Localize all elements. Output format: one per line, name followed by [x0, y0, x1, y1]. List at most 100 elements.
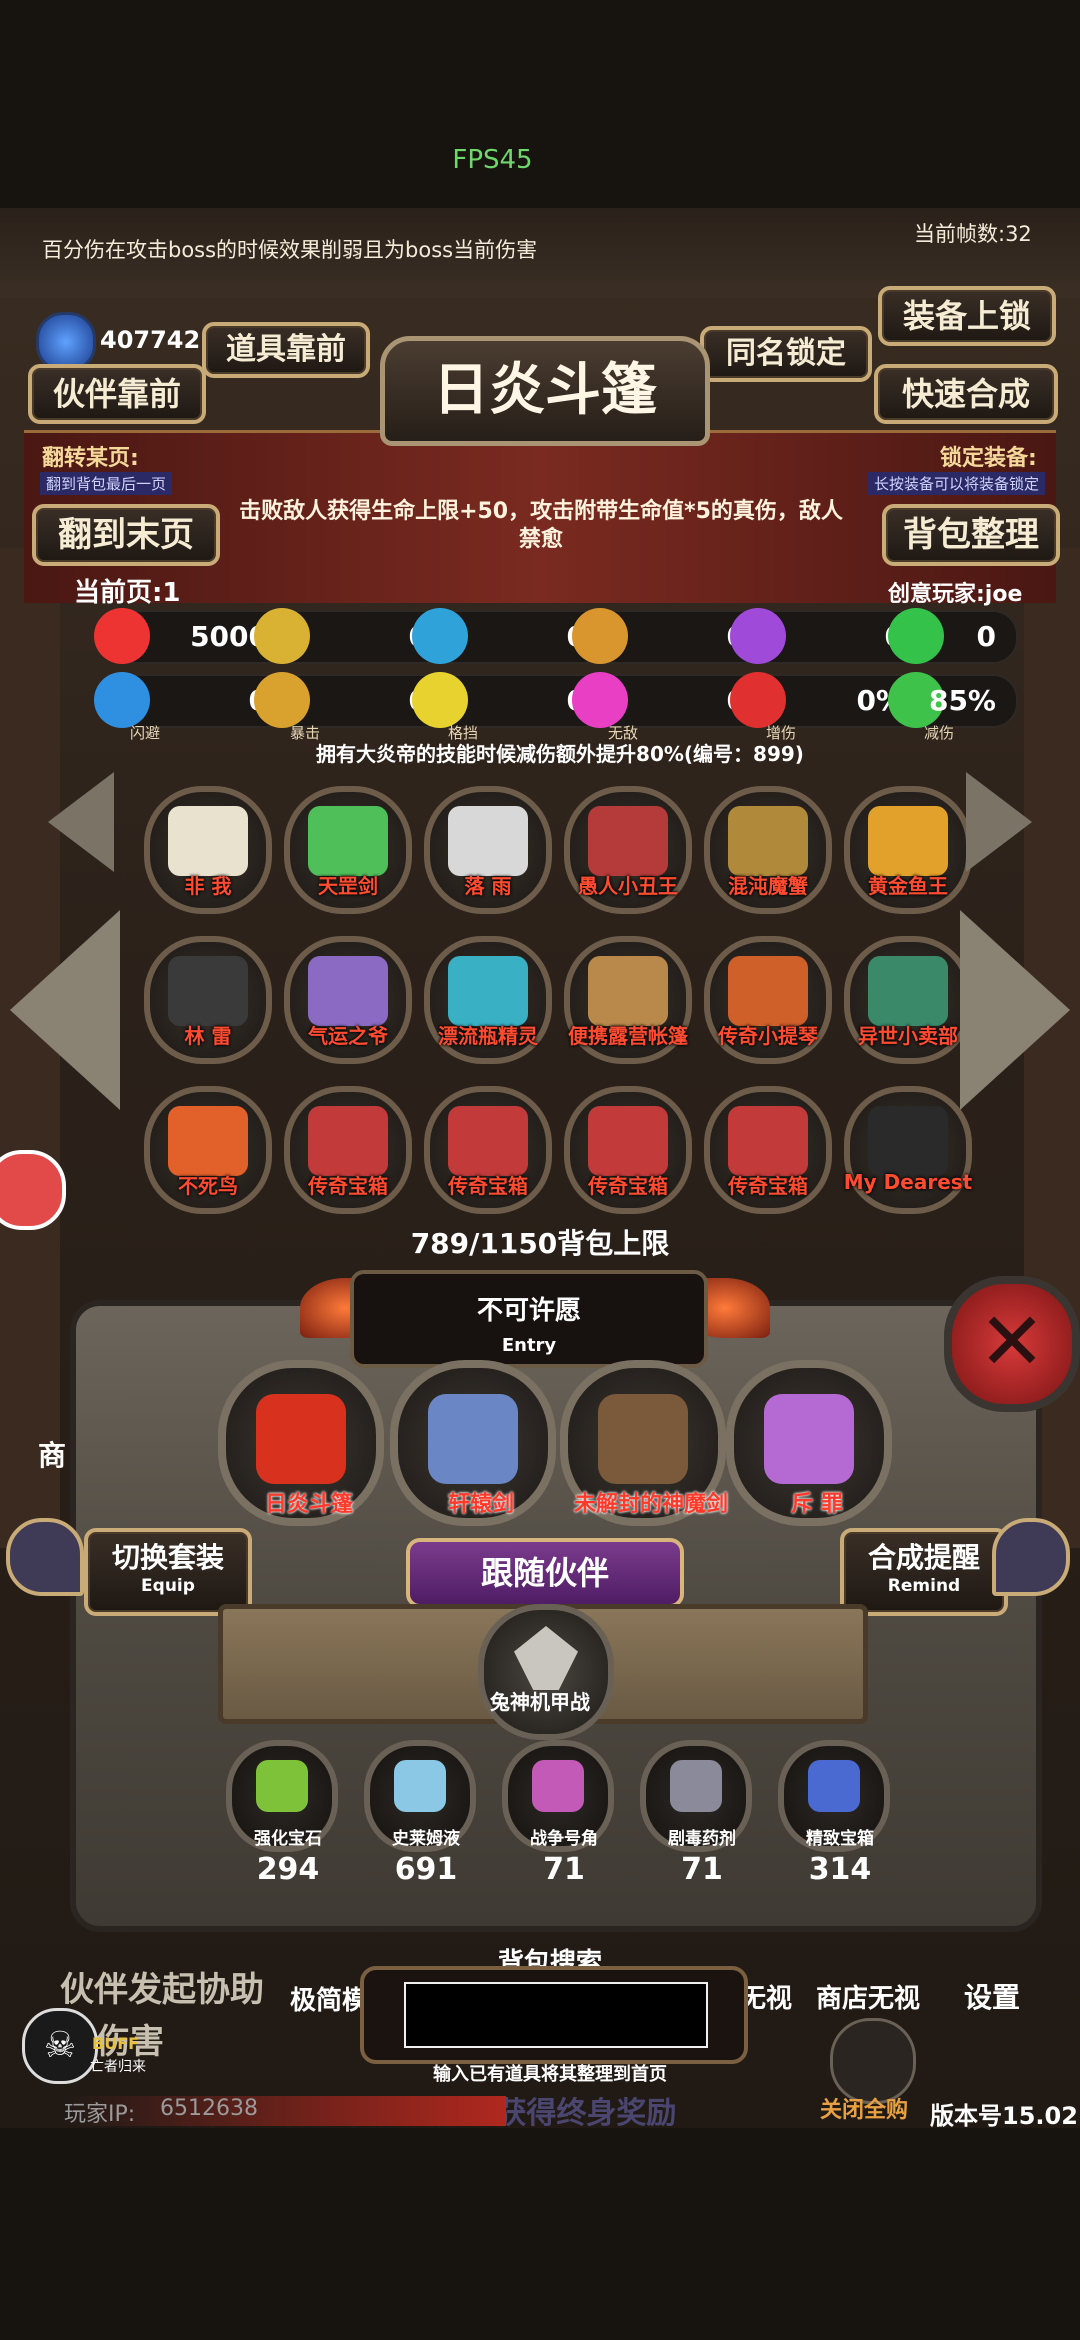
bag-item-slot[interactable]: My Dearest	[844, 1086, 972, 1214]
item-art-icon	[448, 806, 528, 876]
equipped-art-icon	[428, 1394, 518, 1484]
top-bar: FPS45	[0, 0, 1080, 208]
stat-caption: 闪避	[130, 724, 161, 742]
sort-bag-button[interactable]: 背包整理	[882, 504, 1060, 566]
player-ip-label: 玩家IP:	[64, 2102, 136, 2127]
merge-remind-en: Remind	[887, 1576, 961, 1596]
inventory-art-icon	[670, 1760, 722, 1812]
bag-item-slot[interactable]: 异世小卖部	[844, 936, 972, 1064]
item-art-icon	[168, 956, 248, 1026]
small-left-arrow-icon[interactable]	[48, 772, 114, 872]
item-art-icon	[168, 1106, 248, 1176]
equipped-slot[interactable]: 日炎斗篷	[218, 1360, 384, 1526]
inventory-slot[interactable]: 战争号角 71	[502, 1740, 614, 1887]
bg-tab-minimal: 极简模	[290, 1986, 369, 2016]
inventory-art-icon	[532, 1760, 584, 1812]
skill-note: 拥有大炎帝的技能时候减伤额外提升80%(编号：899)	[316, 742, 804, 766]
bag-item-slot[interactable]: 非 我	[144, 786, 272, 914]
equipped-art-icon	[764, 1394, 854, 1484]
equip-lock-button[interactable]: 装备上锁	[878, 286, 1056, 346]
item-art-icon	[448, 956, 528, 1026]
bg-side-shop: 商	[38, 1439, 67, 1472]
entry-subtitle: Entry	[501, 1335, 557, 1356]
helmet-right-icon	[992, 1518, 1070, 1596]
item-art-icon	[588, 956, 668, 1026]
settings-button[interactable]: 设置	[964, 1976, 1020, 2016]
clover-icon	[888, 608, 944, 664]
item-title: 日炎斗篷	[380, 336, 710, 446]
skull-buff-icon[interactable]: ☠	[22, 2008, 98, 2084]
page-right-arrow-icon[interactable]	[960, 910, 1070, 1110]
item-art-icon	[168, 806, 248, 876]
equipped-slot[interactable]: 未解封的神魔剑	[560, 1360, 728, 1526]
bag-item-slot[interactable]: 传奇宝箱	[424, 1086, 552, 1214]
user-avatar-icon[interactable]	[0, 1150, 66, 1230]
item-art-icon	[308, 806, 388, 876]
bag-item-slot[interactable]: 落 雨	[424, 786, 552, 914]
bag-item-slot[interactable]: 便携露营帐篷	[564, 936, 692, 1064]
switch-set-button[interactable]: 切换套装 Equip	[84, 1528, 252, 1616]
bag-item-slot[interactable]: 传奇小提琴	[704, 936, 832, 1064]
bag-item-slot[interactable]: 传奇宝箱	[564, 1086, 692, 1214]
inventory-slot[interactable]: 强化宝石 294	[226, 1740, 338, 1887]
switch-set-label: 切换套装	[111, 1541, 224, 1574]
item-art-icon	[588, 1106, 668, 1176]
inventory-slot[interactable]: 史莱姆液 691	[364, 1740, 476, 1887]
lock-equip-hint: 长按装备可以将装备锁定	[868, 472, 1046, 495]
partner-slot[interactable]	[478, 1604, 614, 1740]
bag-item-slot[interactable]: 传奇宝箱	[704, 1086, 832, 1214]
companion-front-button[interactable]: 伙伴靠前	[28, 364, 206, 424]
close-purchase-button[interactable]: 关闭全购	[820, 2092, 908, 2124]
equipped-slot[interactable]: 轩辕剑	[390, 1360, 556, 1526]
helmet-left-icon	[6, 1518, 84, 1596]
helmet-icon	[412, 608, 468, 664]
fps-indicator: FPS45	[452, 145, 533, 175]
inventory-slot[interactable]: 剧毒药剂 71	[640, 1740, 752, 1887]
version-label: 版本号15.02	[930, 2102, 1078, 2130]
bottom-bar	[0, 2128, 1080, 2340]
bag-item-slot[interactable]: 愚人小丑王	[564, 786, 692, 914]
crit-icon	[254, 672, 310, 728]
flip-page-label: 翻转某页:	[42, 446, 139, 471]
same-name-lock-button[interactable]: 同名锁定	[700, 326, 872, 382]
jump-last-page-button[interactable]: 翻到末页	[32, 504, 220, 566]
small-right-arrow-icon[interactable]	[966, 772, 1032, 872]
item-art-icon	[308, 1106, 388, 1176]
inventory-slot[interactable]: 精致宝箱 314	[778, 1740, 890, 1887]
strength-icon	[254, 608, 310, 664]
current-page-label: 当前页:1	[74, 578, 181, 608]
close-button-icon[interactable]: ✕	[944, 1276, 1080, 1412]
page-left-arrow-icon[interactable]	[10, 910, 120, 1110]
bag-item-slot[interactable]: 林 雷	[144, 936, 272, 1064]
equipped-art-icon	[256, 1394, 346, 1484]
stat-pill: 85% 减伤	[888, 672, 1018, 742]
dodge-icon	[94, 672, 150, 728]
quick-merge-button[interactable]: 快速合成	[874, 364, 1058, 424]
switch-set-en: Equip	[141, 1576, 195, 1596]
notice-text: 百分伤在攻击boss的时候效果削弱且为boss当前伤害	[42, 238, 538, 262]
bag-item-label: My Dearest	[843, 1170, 973, 1194]
equipped-label: 斥 罪	[791, 1492, 843, 1517]
inventory-art-icon	[256, 1760, 308, 1812]
merge-remind-button[interactable]: 合成提醒 Remind	[840, 1528, 1008, 1616]
item-art-icon	[588, 806, 668, 876]
invincible-icon	[572, 672, 628, 728]
bg-assist-text: 伙伴发起协助	[60, 1970, 264, 2010]
bag-item-slot[interactable]: 天罡剑	[284, 786, 412, 914]
bag-item-slot[interactable]: 混沌魔蟹	[704, 786, 832, 914]
bag-item-slot[interactable]: 黄金鱼王	[844, 786, 972, 914]
merge-remind-label: 合成提醒	[867, 1541, 980, 1574]
bag-item-slot[interactable]: 传奇宝箱	[284, 1086, 412, 1214]
item-front-button[interactable]: 道具靠前	[202, 322, 370, 378]
follow-partner-banner: 跟随伙伴	[406, 1538, 684, 1608]
bag-item-slot[interactable]: 漂流瓶精灵	[424, 936, 552, 1064]
bag-item-slot[interactable]: 不死鸟	[144, 1086, 272, 1214]
bag-search-input[interactable]	[404, 1982, 708, 2048]
bag-capacity: 789/1150背包上限	[410, 1227, 670, 1260]
inventory-art-icon	[808, 1760, 860, 1812]
equipped-slot[interactable]: 斥 罪	[726, 1360, 892, 1526]
bag-search-hint: 输入已有道具将其整理到首页	[433, 2064, 667, 2085]
bag-item-slot[interactable]: 气运之爷	[284, 936, 412, 1064]
item-art-icon	[728, 1106, 808, 1176]
block-icon	[412, 672, 468, 728]
